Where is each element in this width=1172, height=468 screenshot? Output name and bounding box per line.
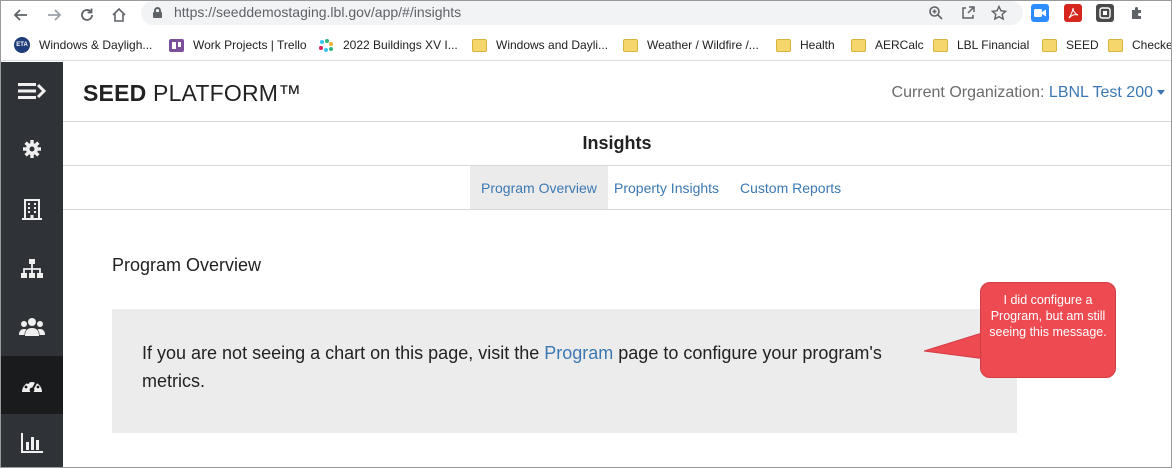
folder-icon xyxy=(623,38,638,52)
url-field[interactable]: https://seeddemostaging.lbl.gov/app/#/in… xyxy=(141,1,1023,25)
browser-address-bar: https://seeddemostaging.lbl.gov/app/#/in… xyxy=(1,1,1171,29)
lock-icon[interactable] xyxy=(153,7,162,18)
reload-icon[interactable] xyxy=(76,4,98,26)
bookmark-label: Work Projects | Trello xyxy=(193,38,307,52)
bookmark-weather-wildfire[interactable]: Weather / Wildfire /... xyxy=(623,36,759,54)
forward-icon[interactable] xyxy=(43,4,65,26)
building-icon xyxy=(22,199,42,220)
bookmark-trello[interactable]: Work Projects | Trello xyxy=(169,36,307,54)
bookmark-label: Health xyxy=(800,38,835,52)
sidebar-item-reports[interactable] xyxy=(1,414,63,467)
brand-bold: SEED xyxy=(83,80,147,106)
brand-rest: PLATFORM™ xyxy=(146,80,302,106)
hierarchy-icon xyxy=(21,259,43,278)
insights-tabs: Program Overview Property Insights Custo… xyxy=(63,166,1171,210)
bookmark-label: Weather / Wildfire /... xyxy=(647,38,759,52)
zoom-icon[interactable] xyxy=(926,3,946,23)
trello-icon xyxy=(169,38,184,52)
bar-chart-icon xyxy=(21,433,43,453)
slack-icon xyxy=(319,38,334,52)
bookmark-label: Windows & Dayligh... xyxy=(39,38,153,52)
bookmark-buildings-xv[interactable]: 2022 Buildings XV I... xyxy=(319,36,458,54)
folder-icon xyxy=(472,38,487,52)
caret-down-icon[interactable] xyxy=(1157,90,1165,96)
annotation-callout: I did configure a Program, but am still … xyxy=(980,282,1116,378)
program-link[interactable]: Program xyxy=(544,343,613,363)
share-icon[interactable] xyxy=(958,3,978,23)
gear-icon xyxy=(23,140,41,158)
star-icon[interactable] xyxy=(989,3,1009,23)
bookmark-windows-daylighting[interactable]: ETA Windows & Dayligh... xyxy=(14,36,152,54)
bookmark-health[interactable]: Health xyxy=(776,36,835,54)
sidebar-item-insights[interactable] xyxy=(1,356,63,414)
folder-icon xyxy=(776,38,791,52)
sidebar-item-settings[interactable] xyxy=(1,120,63,178)
org-label: Current Organization: xyxy=(891,84,1049,101)
eta-icon: ETA xyxy=(14,37,30,53)
zoom-app-icon[interactable] xyxy=(1031,4,1049,22)
bookmark-label: 2022 Buildings XV I... xyxy=(343,38,458,52)
tab-program-overview[interactable]: Program Overview xyxy=(470,166,608,209)
tab-custom-reports[interactable]: Custom Reports xyxy=(729,166,852,209)
info-message: If you are not seeing a chart on this pa… xyxy=(142,339,942,395)
folder-icon xyxy=(933,38,948,52)
tab-property-insights[interactable]: Property Insights xyxy=(603,166,730,209)
page-title-bar: Insights xyxy=(63,122,1171,166)
bookmark-checke[interactable]: Checke xyxy=(1108,36,1172,54)
organization-selector[interactable]: Current Organization: LBNL Test 200 xyxy=(892,84,1165,102)
folder-icon xyxy=(851,38,866,52)
bookmark-lbl-financial[interactable]: LBL Financial xyxy=(933,36,1029,54)
bookmark-aercalc[interactable]: AERCalc xyxy=(851,36,924,54)
menu-toggle-icon xyxy=(18,83,46,99)
bookmark-label: Windows and Dayli... xyxy=(496,38,609,52)
bookmarks-bar: ETA Windows & Dayligh... Work Projects |… xyxy=(1,29,1171,61)
extension-icon[interactable] xyxy=(1096,4,1114,22)
users-icon xyxy=(19,318,45,336)
annotation-text: I did configure a Program, but am still … xyxy=(989,293,1107,339)
acrobat-icon[interactable] xyxy=(1064,4,1082,22)
sidebar-item-users[interactable] xyxy=(1,298,63,356)
bookmark-windows-folder[interactable]: Windows and Dayli... xyxy=(472,36,608,54)
puzzle-icon[interactable] xyxy=(1128,4,1146,22)
bookmark-label: AERCalc xyxy=(875,38,924,52)
section-title: Program Overview xyxy=(112,255,262,275)
back-icon[interactable] xyxy=(10,4,32,26)
bookmark-seed[interactable]: SEED xyxy=(1042,36,1099,54)
sidebar-toggle[interactable] xyxy=(1,62,63,120)
org-name[interactable]: LBNL Test 200 xyxy=(1049,84,1153,101)
app-header: SEED PLATFORM™ Current Organization: LBN… xyxy=(63,62,1171,122)
brand-logo[interactable]: SEED PLATFORM™ xyxy=(83,80,301,107)
message-text: If you are not seeing a chart on this pa… xyxy=(142,343,545,363)
sidebar-item-hierarchy[interactable] xyxy=(1,240,63,298)
info-message-box: If you are not seeing a chart on this pa… xyxy=(112,309,1017,433)
dashboard-gauge-icon xyxy=(22,379,42,393)
sidebar-item-buildings[interactable] xyxy=(1,180,63,238)
folder-icon xyxy=(1108,38,1123,52)
bookmark-label: SEED xyxy=(1066,38,1099,52)
bookmark-label: LBL Financial xyxy=(957,38,1030,52)
app-sidebar xyxy=(1,62,63,467)
home-icon[interactable] xyxy=(108,4,130,26)
bookmark-label: Checke xyxy=(1132,38,1172,52)
folder-icon xyxy=(1042,38,1057,52)
page-title: Insights xyxy=(582,133,652,153)
url-text[interactable]: https://seeddemostaging.lbl.gov/app/#/in… xyxy=(174,4,461,20)
screenshot-frame: https://seeddemostaging.lbl.gov/app/#/in… xyxy=(0,0,1172,468)
